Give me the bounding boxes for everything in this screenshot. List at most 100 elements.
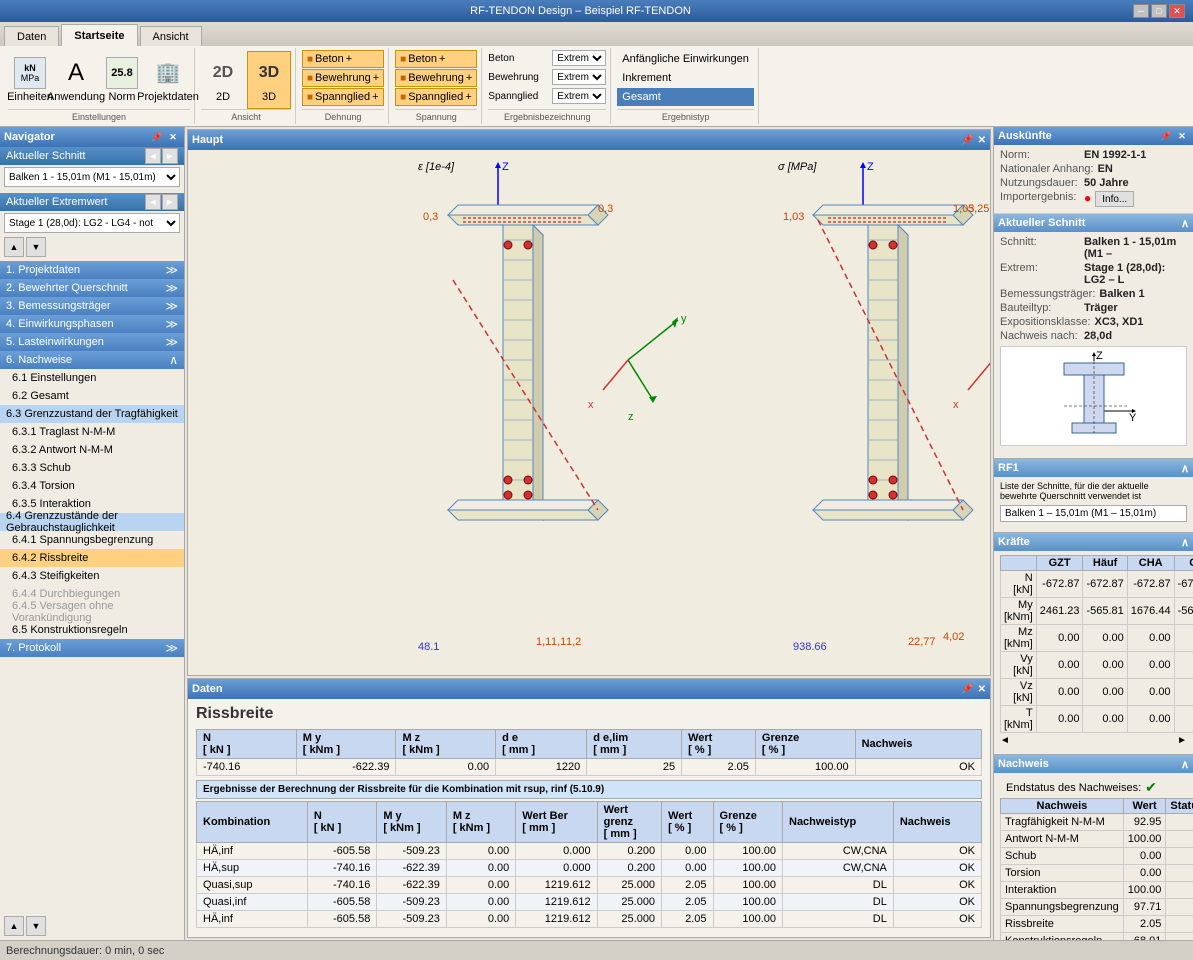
haupt-pin-icon[interactable]: 📌 xyxy=(961,135,973,146)
btn-dehnung-spannglied[interactable]: ■ Spannglied + xyxy=(302,88,384,106)
btn-inkrement[interactable]: Inkrement xyxy=(617,69,754,87)
extremwert-select[interactable]: Stage 1 (28,0d): LG2 - LG4 - not xyxy=(4,213,180,233)
schnitt-prev[interactable]: ◄ xyxy=(145,148,161,164)
nav-bottom-prev[interactable]: ▲ xyxy=(4,916,24,936)
minimize-button[interactable]: ─ xyxy=(1133,4,1149,18)
data-header-icons[interactable]: 📌 ✕ xyxy=(961,684,986,695)
nav-bemessungstraeger-header[interactable]: 3. Bemessungsträger ≫ xyxy=(0,297,184,315)
schnitt-arrows[interactable]: ◄ ► xyxy=(145,148,178,164)
navigator-close-icon[interactable]: ✕ xyxy=(166,130,180,144)
kraefte-section: Kräfte ∧ GZT Häuf CHA C xyxy=(994,533,1193,755)
close-button[interactable]: ✕ xyxy=(1169,4,1185,18)
btn-spannung-spannglied-label: Spannglied xyxy=(408,91,463,103)
ergebnis-spannglied-combo[interactable]: Extrem xyxy=(552,88,606,104)
maximize-button[interactable]: □ xyxy=(1151,4,1167,18)
btn-anwendung[interactable]: A Anwendung xyxy=(54,51,98,109)
tab-ansicht[interactable]: Ansicht xyxy=(140,26,202,46)
aktueller-schnitt-section-header[interactable]: Aktueller Schnitt ∧ xyxy=(994,214,1193,232)
btn-dehnung-beton[interactable]: ■ Beton + xyxy=(302,50,384,68)
bemtraeger-label: Bemessungsträger: xyxy=(1000,288,1095,300)
svg-text:5,25: 5,25 xyxy=(968,203,989,215)
nav-item-torsion[interactable]: 6.3.4 Torsion xyxy=(0,477,184,495)
btn-gesamt[interactable]: Gesamt xyxy=(617,88,754,106)
nav-item-rissbreite[interactable]: 6.4.2 Rissbreite xyxy=(0,549,184,567)
nav-item-einstellungen[interactable]: 6.1 Einstellungen xyxy=(0,369,184,387)
navigator-header-icons[interactable]: 📌 ✕ xyxy=(150,130,180,144)
nav-item-antwort[interactable]: 6.3.2 Antwort N-M-M xyxy=(0,441,184,459)
extremwert-arrows[interactable]: ◄ ► xyxy=(145,194,178,210)
schnitt-select[interactable]: Balken 1 - 15,01m (M1 - 15,01m) xyxy=(4,167,180,187)
haupt-close-icon[interactable]: ✕ xyxy=(978,135,986,146)
btn-einheiten[interactable]: kN MPa Einheiten xyxy=(8,51,52,109)
rf1-section-header[interactable]: RF1 ∧ xyxy=(994,459,1193,477)
btn-2d[interactable]: 2D 2D xyxy=(201,51,245,109)
nav-protokoll-header[interactable]: 7. Protokoll ≫ xyxy=(0,639,184,657)
nav-lasteinwirkungen-header[interactable]: 5. Lasteinwirkungen ≫ xyxy=(0,333,184,351)
nav-item-steifigkeiten[interactable]: 6.4.3 Steifigkeiten xyxy=(0,567,184,585)
kraefte-scroll-left[interactable]: ◄ xyxy=(1000,735,1010,746)
nav-item-traglast[interactable]: 6.3.1 Traglast N-M-M xyxy=(0,423,184,441)
extremwert-up[interactable]: ▲ xyxy=(4,237,24,257)
extremwert-header[interactable]: Aktueller Extremwert ◄ ► xyxy=(0,193,184,211)
norm-label: Norm: xyxy=(1000,149,1080,161)
ergebnis-beton-combo[interactable]: Extrem xyxy=(552,50,606,66)
rissbreite-title: Rissbreite xyxy=(196,705,982,723)
auskuenfte-header-icons[interactable]: 📌 ✕ xyxy=(1159,129,1189,143)
nav-item-spannungsbegrenzung[interactable]: 6.4.1 Spannungsbegrenzung xyxy=(0,531,184,549)
btn-3d[interactable]: 3D 3D xyxy=(247,51,291,109)
nav-bottom-next[interactable]: ▼ xyxy=(26,916,46,936)
schnitt-next[interactable]: ► xyxy=(162,148,178,164)
nav-bottom-arrows[interactable]: ▲ ▼ xyxy=(0,912,184,940)
nav-lasteinwirkungen-expand: ≫ xyxy=(165,335,178,349)
auskuenfte-header: Auskünfte 📌 ✕ xyxy=(994,127,1193,145)
extremwert-next[interactable]: ► xyxy=(162,194,178,210)
nav-grenzzustand-header[interactable]: 6.3 Grenzzustand der Tragfähigkeit xyxy=(0,405,184,423)
nav-einwirkungsphasen-header[interactable]: 4. Einwirkungsphasen ≫ xyxy=(0,315,184,333)
nav-projektdaten-header[interactable]: 1. Projektdaten ≫ xyxy=(0,261,184,279)
nav-nachweise-header[interactable]: 6. Nachweise ∧ xyxy=(0,351,184,369)
col-mz: M z[ kNm ] xyxy=(396,730,496,759)
nw-row-6: Rissbreite 2.05 ✔ xyxy=(1001,916,1193,933)
tab-daten[interactable]: Daten xyxy=(4,26,59,46)
dcol-wert: Wert[ % ] xyxy=(662,802,713,843)
btn-anfaengliche[interactable]: Anfängliche Einwirkungen xyxy=(617,50,754,68)
btn-spannung-bewehrung[interactable]: ■ Bewehrung + xyxy=(395,69,477,87)
statusbar: Berechnungsdauer: 0 min, 0 sec xyxy=(0,940,1193,960)
haupt-header-icons[interactable]: 📌 ✕ xyxy=(961,135,986,146)
spannung-buttons: ■ Beton + ■ Bewehrung + ■ Spannglied + xyxy=(395,50,477,106)
nav-item-gesamt[interactable]: 6.2 Gesamt xyxy=(0,387,184,405)
info-button[interactable]: Info... xyxy=(1095,191,1134,207)
btn-spannung-spannglied[interactable]: ■ Spannglied + xyxy=(395,88,477,106)
data-close-icon[interactable]: ✕ xyxy=(978,684,986,695)
extremwert-nav-buttons[interactable]: ▲ ▼ xyxy=(0,235,184,259)
nav-item-schub[interactable]: 6.3.3 Schub xyxy=(0,459,184,477)
nachweis-section-header[interactable]: Nachweis ∧ xyxy=(994,755,1193,773)
nav-item-konstruktionsregeln[interactable]: 6.5 Konstruktionsregeln xyxy=(0,621,184,639)
kraefte-scroll-arrows[interactable]: ◄ ► xyxy=(1000,735,1187,746)
extremwert-down[interactable]: ▼ xyxy=(26,237,46,257)
nav-item-versagen[interactable]: 6.4.5 Versagen ohne Vorankündigung xyxy=(0,603,184,621)
window-controls[interactable]: ─ □ ✕ xyxy=(1133,4,1185,18)
btn-anwendung-label: Anwendung xyxy=(47,91,105,103)
nav-gebrauch-header[interactable]: 6.4 Grenzzustände der Gebrauchstauglichk… xyxy=(0,513,184,531)
kraefte-scroll-right[interactable]: ► xyxy=(1177,735,1187,746)
nationaler-anhang-label: Nationaler Anhang: xyxy=(1000,163,1094,175)
auskuenfte-close-icon[interactable]: ✕ xyxy=(1175,129,1189,143)
tab-startseite[interactable]: Startseite xyxy=(61,24,137,46)
nav-querschnitt-header[interactable]: 2. Bewehrter Querschnitt ≫ xyxy=(0,279,184,297)
navigator-pin-icon[interactable]: 📌 xyxy=(150,130,164,144)
extremwert-prev[interactable]: ◄ xyxy=(145,194,161,210)
btn-dehnung-bewehrung[interactable]: ■ Bewehrung + xyxy=(302,69,384,87)
kh2: Häuf xyxy=(1083,556,1127,571)
kraefte-header[interactable]: Kräfte ∧ xyxy=(994,533,1193,551)
detail-row-1: HÄ,sup -740.16 -622.39 0.00 0.000 0.200 … xyxy=(197,860,982,877)
aktueller-schnitt-section-title: Aktueller Schnitt xyxy=(998,217,1085,229)
ergebnis-bewehrung-combo[interactable]: Extrem xyxy=(552,69,606,85)
data-pin-icon[interactable]: 📌 xyxy=(961,684,973,695)
btn-spannung-beton[interactable]: ■ Beton + xyxy=(395,50,477,68)
auskuenfte-pin-icon[interactable]: 📌 xyxy=(1159,129,1173,143)
btn-projektdaten[interactable]: 🏢 Projektdaten xyxy=(146,51,190,109)
btn-dehnung-beton-label: Beton xyxy=(315,53,344,65)
aktueller-schnitt-header[interactable]: Aktueller Schnitt ◄ ► xyxy=(0,147,184,165)
bauteiltyp-row: Bauteiltyp: Träger xyxy=(1000,302,1187,314)
